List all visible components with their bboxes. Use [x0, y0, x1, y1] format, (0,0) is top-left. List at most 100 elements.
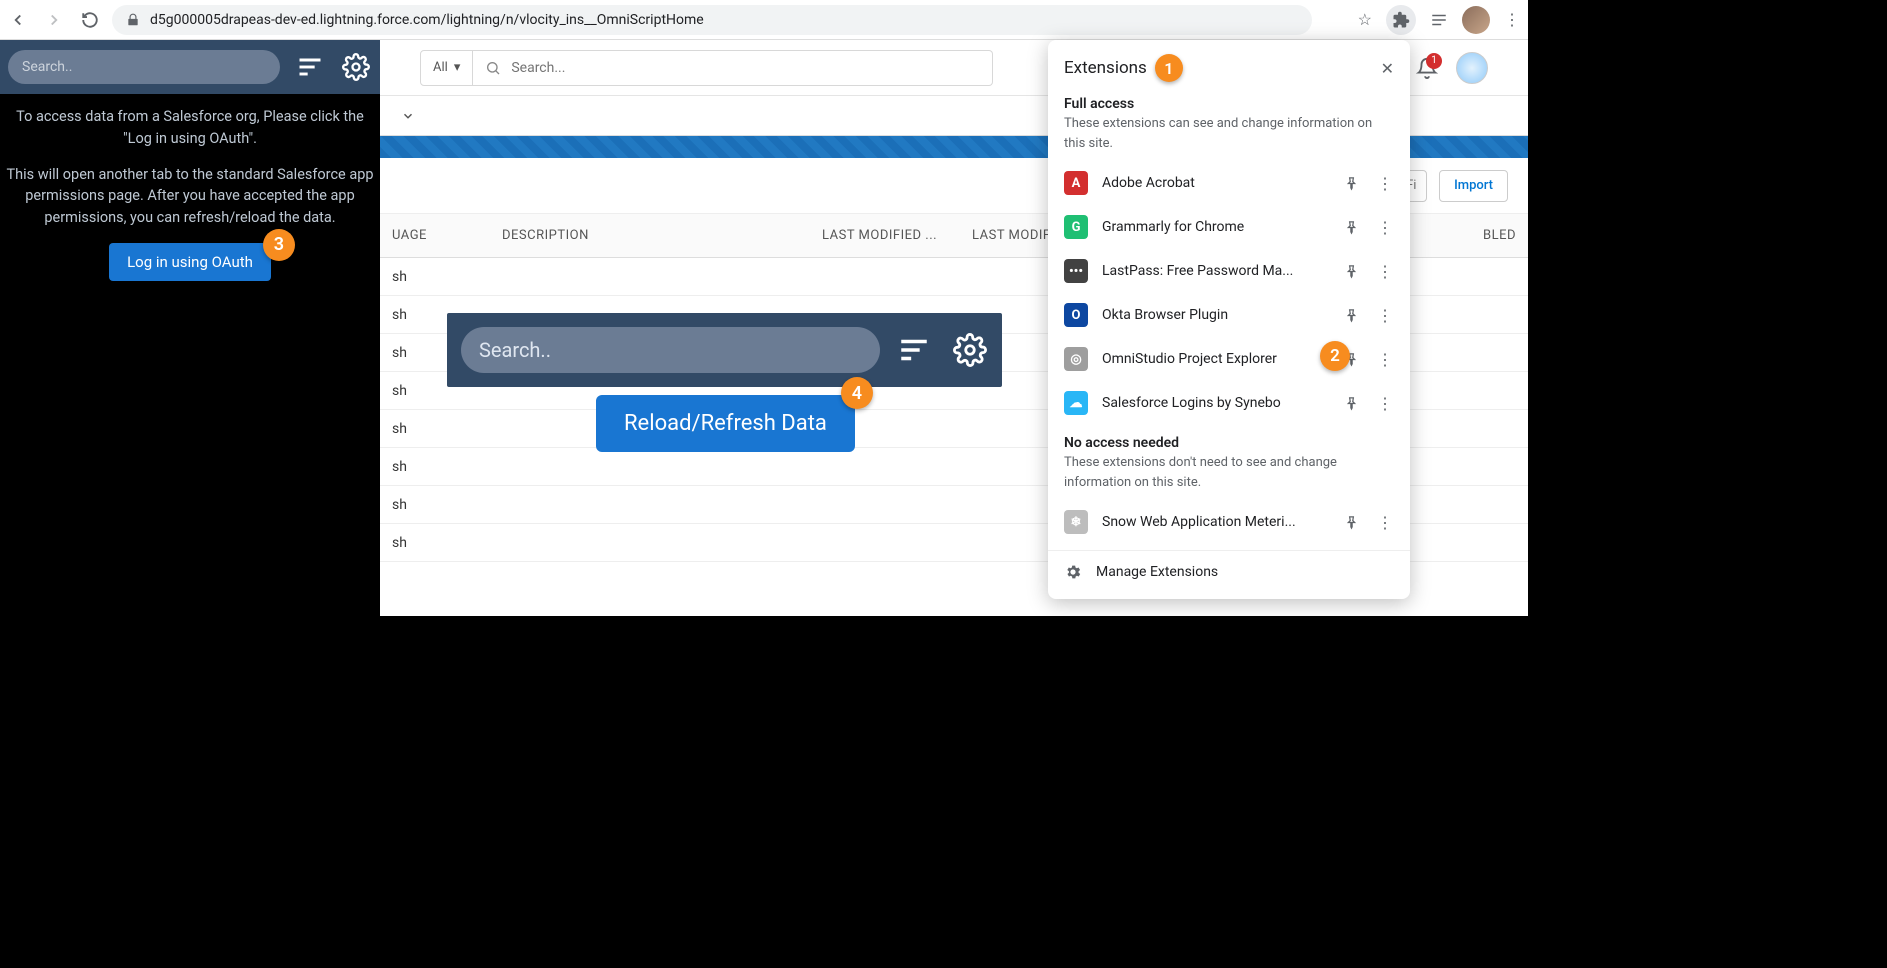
- annotation-2: 2: [1320, 341, 1350, 371]
- url-text: d5g000005drapeas-dev-ed.lightning.force.…: [150, 12, 704, 28]
- sort-icon[interactable]: [294, 51, 326, 83]
- pin-icon[interactable]: [1344, 220, 1362, 235]
- extension-icon: ❄: [1064, 510, 1088, 534]
- ext-popup-header: Extensions 1 ✕: [1048, 54, 1410, 92]
- overlay-search-input[interactable]: [461, 327, 880, 373]
- more-icon[interactable]: ⋮: [1376, 174, 1394, 193]
- gear-icon: [1064, 563, 1082, 581]
- sidebar-header: [0, 40, 380, 94]
- pin-icon[interactable]: [1344, 396, 1362, 411]
- cell-modified-by: TI PRIY: [490, 497, 1125, 513]
- extension-name: Grammarly for Chrome: [1102, 219, 1330, 235]
- nav-buttons: [8, 10, 100, 30]
- extension-item[interactable]: O Okta Browser Plugin ⋮: [1048, 293, 1410, 337]
- pin-icon[interactable]: [1344, 176, 1362, 191]
- browser-toolbar: d5g000005drapeas-dev-ed.lightning.force.…: [0, 0, 1528, 40]
- extension-item[interactable]: G Grammarly for Chrome ⋮: [1048, 205, 1410, 249]
- overlay-button-wrap: Reload/Refresh Data 4: [596, 395, 855, 452]
- more-icon[interactable]: ⋮: [1376, 262, 1394, 281]
- user-avatar[interactable]: [1456, 52, 1488, 84]
- manage-label: Manage Extensions: [1096, 564, 1218, 580]
- global-search-input[interactable]: [473, 50, 993, 86]
- manage-extensions[interactable]: Manage Extensions: [1048, 550, 1410, 593]
- annotation-1: 1: [1155, 54, 1183, 82]
- no-access-list: ❄ Snow Web Application Meteri... ⋮: [1048, 500, 1410, 544]
- cell-language: sh: [380, 497, 490, 513]
- chrome-right-icons: ☆ ⋮: [1358, 5, 1520, 35]
- filter-label: All: [433, 60, 448, 75]
- address-bar[interactable]: d5g000005drapeas-dev-ed.lightning.force.…: [112, 5, 1312, 35]
- gear-icon[interactable]: [952, 332, 988, 368]
- bookmark-star-icon[interactable]: ☆: [1358, 10, 1372, 29]
- gear-icon[interactable]: [340, 51, 372, 83]
- annotation-3: 3: [263, 229, 295, 261]
- extension-icon: •••: [1064, 259, 1088, 283]
- cell-modified-by: TI PRIY: [490, 459, 1125, 475]
- cell-language: sh: [380, 269, 490, 285]
- no-access-desc: These extensions don't need to see and c…: [1048, 453, 1410, 500]
- extension-name: Okta Browser Plugin: [1102, 307, 1330, 323]
- cell-language: sh: [380, 459, 490, 475]
- search-icon: [485, 60, 501, 76]
- cell-language: sh: [380, 535, 490, 551]
- extension-icon: O: [1064, 303, 1088, 327]
- close-icon[interactable]: ✕: [1381, 59, 1394, 78]
- extension-name: Snow Web Application Meteri...: [1102, 514, 1330, 530]
- extension-item[interactable]: ◎ OmniStudio Project Explorer ⋮ 2: [1048, 337, 1410, 381]
- more-icon[interactable]: ⋮: [1376, 218, 1394, 237]
- login-oauth-button[interactable]: Log in using OAuth: [109, 243, 271, 281]
- extension-icon: A: [1064, 171, 1088, 195]
- pin-icon[interactable]: [1344, 515, 1362, 530]
- extension-sidebar: To access data from a Salesforce org, Pl…: [0, 40, 380, 616]
- extension-item[interactable]: A Adobe Acrobat ⋮: [1048, 161, 1410, 205]
- info-text-1: To access data from a Salesforce org, Pl…: [6, 106, 374, 150]
- forward-button[interactable]: [44, 10, 64, 30]
- reading-list-icon[interactable]: [1430, 11, 1448, 29]
- import-button[interactable]: Import: [1439, 170, 1508, 202]
- reload-button[interactable]: [80, 10, 100, 30]
- chrome-menu-icon[interactable]: ⋮: [1504, 10, 1520, 29]
- annotation-4: 4: [841, 377, 873, 409]
- extension-name: Salesforce Logins by Synebo: [1102, 395, 1330, 411]
- extensions-icon[interactable]: [1386, 5, 1416, 35]
- pin-icon[interactable]: [1344, 308, 1362, 323]
- pin-icon[interactable]: [1344, 264, 1362, 279]
- profile-avatar[interactable]: [1462, 6, 1490, 34]
- extension-item[interactable]: ••• LastPass: Free Password Ma... ⋮: [1048, 249, 1410, 293]
- col-language[interactable]: UAGE: [380, 228, 490, 243]
- full-access-desc: These extensions can see and change info…: [1048, 114, 1410, 161]
- extension-item[interactable]: ❄ Snow Web Application Meteri... ⋮: [1048, 500, 1410, 544]
- extensions-popup: Extensions 1 ✕ Full access These extensi…: [1048, 40, 1410, 599]
- sidebar-search-input[interactable]: [8, 50, 280, 84]
- header-actions: 1: [1416, 52, 1488, 84]
- more-icon[interactable]: ⋮: [1376, 513, 1394, 532]
- extension-name: OmniStudio Project Explorer: [1102, 351, 1330, 367]
- tab-dropdown[interactable]: [396, 104, 420, 128]
- extension-name: LastPass: Free Password Ma...: [1102, 263, 1330, 279]
- extension-icon: G: [1064, 215, 1088, 239]
- extension-icon: ◎: [1064, 347, 1088, 371]
- more-icon[interactable]: ⋮: [1376, 350, 1394, 369]
- sort-icon[interactable]: [896, 332, 932, 368]
- col-enabled[interactable]: BLED: [1438, 228, 1528, 243]
- more-icon[interactable]: ⋮: [1376, 394, 1394, 413]
- global-search: All ▾: [420, 50, 993, 86]
- no-access-title: No access needed: [1048, 431, 1410, 453]
- notifications-button[interactable]: 1: [1416, 57, 1438, 79]
- back-button[interactable]: [8, 10, 28, 30]
- global-search-field[interactable]: [511, 60, 980, 76]
- reload-refresh-button[interactable]: Reload/Refresh Data: [596, 395, 855, 452]
- extension-name: Adobe Acrobat: [1102, 175, 1330, 191]
- info-text-2: This will open another tab to the standa…: [6, 164, 374, 229]
- extension-item[interactable]: ☁ Salesforce Logins by Synebo ⋮: [1048, 381, 1410, 425]
- overlay-toolbar: [447, 313, 1002, 387]
- more-icon[interactable]: ⋮: [1376, 306, 1394, 325]
- cell-modified-by: I PRIY: [490, 269, 1117, 285]
- search-filter-dropdown[interactable]: All ▾: [420, 50, 473, 86]
- sidebar-body: To access data from a Salesforce org, Pl…: [0, 94, 380, 293]
- full-access-title: Full access: [1048, 92, 1410, 114]
- caret-down-icon: ▾: [454, 60, 461, 75]
- col-description[interactable]: DESCRIPTION: [490, 228, 810, 243]
- col-last-modified[interactable]: LAST MODIFIED ...: [810, 228, 960, 243]
- extension-icon: ☁: [1064, 391, 1088, 415]
